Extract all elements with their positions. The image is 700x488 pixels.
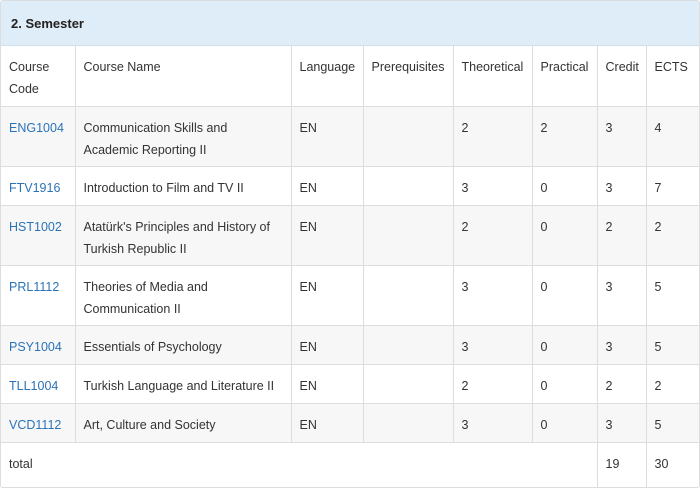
course-prerequisites <box>362 324 454 365</box>
course-practical: 0 <box>531 165 598 206</box>
course-practical: 0 <box>531 324 598 365</box>
col-header-course-name: Course Name <box>74 46 292 107</box>
col-header-prerequisites: Prerequisites <box>362 46 454 107</box>
course-code-link[interactable]: PSY1004 <box>9 340 62 354</box>
table-row: ENG1004 Communication Skills and Academi… <box>1 105 699 167</box>
course-credit: 3 <box>596 264 647 326</box>
course-ects: 2 <box>645 363 699 404</box>
course-theoretical: 3 <box>452 402 533 443</box>
table-row: PSY1004 Essentials of Psychology EN 3 0 … <box>1 324 699 365</box>
table-row: FTV1916 Introduction to Film and TV II E… <box>1 165 699 206</box>
course-code-link[interactable]: ENG1004 <box>9 121 64 135</box>
semester-heading: 2. Semester <box>1 1 699 46</box>
semester-panel: 2. Semester Course Code Course Name Lang… <box>0 0 700 488</box>
course-language: EN <box>290 324 364 365</box>
course-language: EN <box>290 204 364 266</box>
course-ects: 7 <box>645 165 699 206</box>
course-language: EN <box>290 165 364 206</box>
course-prerequisites <box>362 165 454 206</box>
total-credit: 19 <box>596 441 647 487</box>
course-prerequisites <box>362 105 454 167</box>
course-language: EN <box>290 363 364 404</box>
course-theoretical: 2 <box>452 363 533 404</box>
course-prerequisites <box>362 402 454 443</box>
course-ects: 5 <box>645 264 699 326</box>
table-row: VCD1112 Art, Culture and Society EN 3 0 … <box>1 402 699 443</box>
course-name: Theories of Media and Communication II <box>74 264 292 326</box>
course-code-link[interactable]: TLL1004 <box>9 379 58 393</box>
total-row: total 19 30 <box>1 441 699 487</box>
course-code-link[interactable]: HST1002 <box>9 220 62 234</box>
course-credit: 2 <box>596 363 647 404</box>
course-code-link[interactable]: PRL1112 <box>9 280 59 294</box>
course-theoretical: 3 <box>452 165 533 206</box>
course-language: EN <box>290 264 364 326</box>
course-ects: 5 <box>645 324 699 365</box>
course-language: EN <box>290 105 364 167</box>
course-name: Atatürk's Principles and History of Turk… <box>74 204 292 266</box>
course-prerequisites <box>362 264 454 326</box>
course-code-link[interactable]: VCD1112 <box>9 418 61 432</box>
course-prerequisites <box>362 363 454 404</box>
course-name: Art, Culture and Society <box>74 402 292 443</box>
course-practical: 0 <box>531 264 598 326</box>
course-credit: 2 <box>596 204 647 266</box>
course-practical: 2 <box>531 105 598 167</box>
course-name: Introduction to Film and TV II <box>74 165 292 206</box>
course-table: Course Code Course Name Language Prerequ… <box>1 46 699 487</box>
course-prerequisites <box>362 204 454 266</box>
col-header-credit: Credit <box>596 46 647 107</box>
col-header-language: Language <box>290 46 364 107</box>
col-header-theoretical: Theoretical <box>452 46 533 107</box>
course-credit: 3 <box>596 165 647 206</box>
course-credit: 3 <box>596 324 647 365</box>
course-language: EN <box>290 402 364 443</box>
course-name: Essentials of Psychology <box>74 324 292 365</box>
semester-title: 2. Semester <box>11 15 84 31</box>
total-ects: 30 <box>645 441 699 487</box>
course-ects: 4 <box>645 105 699 167</box>
course-credit: 3 <box>596 402 647 443</box>
total-label: total <box>1 441 598 487</box>
course-theoretical: 2 <box>452 204 533 266</box>
course-credit: 3 <box>596 105 647 167</box>
course-name: Turkish Language and Literature II <box>74 363 292 404</box>
table-row: PRL1112 Theories of Media and Communicat… <box>1 264 699 326</box>
col-header-ects: ECTS <box>645 46 699 107</box>
course-theoretical: 2 <box>452 105 533 167</box>
course-ects: 2 <box>645 204 699 266</box>
col-header-practical: Practical <box>531 46 598 107</box>
course-practical: 0 <box>531 363 598 404</box>
table-row: HST1002 Atatürk's Principles and History… <box>1 204 699 266</box>
course-name: Communication Skills and Academic Report… <box>74 105 292 167</box>
course-theoretical: 3 <box>452 324 533 365</box>
course-ects: 5 <box>645 402 699 443</box>
course-theoretical: 3 <box>452 264 533 326</box>
course-code-link[interactable]: FTV1916 <box>9 181 60 195</box>
col-header-course-code: Course Code <box>1 46 76 107</box>
course-practical: 0 <box>531 402 598 443</box>
table-header-row: Course Code Course Name Language Prerequ… <box>1 46 699 107</box>
course-practical: 0 <box>531 204 598 266</box>
table-row: TLL1004 Turkish Language and Literature … <box>1 363 699 404</box>
